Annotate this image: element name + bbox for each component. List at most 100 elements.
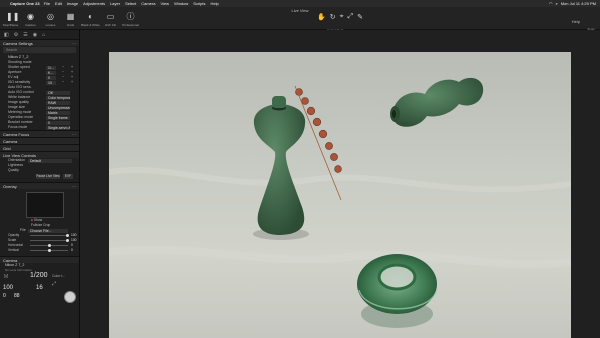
setting-select[interactable]: RAW bbox=[46, 100, 70, 105]
toolbar-tool-label: Stop/Pause bbox=[2, 23, 19, 27]
toolbar-tool[interactable]: ◐ Black & White bbox=[81, 12, 100, 27]
live-view-image[interactable] bbox=[109, 52, 571, 338]
more-icon[interactable]: ⋯ bbox=[72, 183, 76, 190]
toolbar-tool[interactable]: ❚❚ Stop/Pause bbox=[2, 12, 20, 27]
menu-select[interactable]: Select bbox=[125, 0, 136, 7]
vertical-slider-knob[interactable] bbox=[48, 248, 51, 252]
opacity-slider[interactable] bbox=[30, 235, 68, 236]
mode-readout: M bbox=[4, 274, 9, 280]
evf-button[interactable]: EVF bbox=[63, 174, 73, 179]
menu-view[interactable]: View bbox=[160, 0, 169, 7]
setting-label: Focus mode bbox=[8, 125, 28, 129]
vertical-value[interactable]: 0 bbox=[71, 248, 73, 253]
toolbar-tool[interactable]: ▦ Grids bbox=[62, 12, 79, 27]
help-button[interactable]: Help bbox=[572, 19, 580, 24]
menu-camera[interactable]: Camera bbox=[141, 0, 155, 7]
setting-value[interactable]: f/... bbox=[46, 70, 56, 75]
pause-live-view-button[interactable]: Pause Live View bbox=[36, 174, 60, 179]
menu-image[interactable]: Image bbox=[67, 0, 78, 7]
live-view-viewer[interactable] bbox=[80, 30, 600, 338]
panel-tab-icon[interactable]: ☰ bbox=[23, 32, 27, 38]
section-camera-bottom[interactable]: Camera bbox=[0, 256, 79, 263]
setting-label: Image size bbox=[8, 105, 25, 109]
choose-file-select[interactable]: Choose File... bbox=[28, 228, 68, 233]
cursor-tool-icon[interactable]: ✋ bbox=[317, 13, 326, 21]
iso-readout: 100 bbox=[3, 285, 14, 291]
section-camera-focus[interactable]: Camera Focus ⋯ bbox=[0, 130, 79, 137]
fullsize-crop-label: Fullsize Crop bbox=[31, 223, 51, 227]
black-white-icon: ◐ bbox=[88, 12, 93, 21]
section-camera[interactable]: Camera bbox=[0, 137, 79, 144]
menu-file[interactable]: File bbox=[44, 0, 50, 7]
toolbar-tool[interactable]: ▭ EVF full bbox=[102, 12, 119, 27]
cursor-tools: ✋ ↻ ⌖ ⤢ ✎ bbox=[317, 13, 363, 21]
toolbar-tool[interactable]: ◎ Lenses bbox=[42, 12, 59, 27]
app-toolbar: Live View ❚❚ Stop/Pause ◉ Capture ◎ Lenses ▦ Gr… bbox=[0, 7, 600, 32]
menu-clock[interactable]: Mon Jul 11 4:29 PM bbox=[561, 0, 596, 7]
checkbox-icon[interactable]: ■ bbox=[31, 218, 33, 222]
section-camera-settings[interactable]: Camera Settings ⋯ bbox=[0, 39, 79, 46]
camera-settings-title: Camera Settings bbox=[3, 41, 33, 46]
cursor-tool-icon[interactable]: ⌖ bbox=[340, 13, 344, 21]
menu-adjustments[interactable]: Adjustments bbox=[83, 0, 105, 7]
setting-value[interactable]: 10 bbox=[46, 80, 56, 85]
search-input[interactable]: Search bbox=[3, 47, 76, 53]
menu-edit[interactable]: Edit bbox=[55, 0, 62, 7]
ev-readout: 0 bbox=[3, 293, 6, 299]
orientation-select[interactable]: Default bbox=[28, 158, 72, 163]
setting-select[interactable]: Color temperat... bbox=[46, 95, 70, 100]
pause-icon: ❚❚ bbox=[6, 12, 20, 21]
panel-tab-icon[interactable]: ◧ bbox=[4, 32, 9, 38]
cursor-tool-icon[interactable]: ↻ bbox=[330, 13, 336, 21]
panel-tab-icon[interactable]: ⚙ bbox=[14, 32, 18, 38]
setting-select[interactable]: Single frame bbox=[46, 115, 70, 120]
setting-label: Auto ISO control bbox=[8, 90, 34, 94]
menu-help[interactable]: Help bbox=[211, 0, 219, 7]
scale-slider[interactable] bbox=[30, 240, 68, 241]
toolbar-tool[interactable]: ⓘ Professional bbox=[122, 12, 139, 27]
toolbar-tool-label: Grids bbox=[66, 23, 75, 27]
setting-select[interactable]: Off bbox=[46, 90, 70, 95]
horizontal-label: Horizontal bbox=[8, 243, 23, 247]
menu-window[interactable]: Window bbox=[174, 0, 188, 7]
overlay-sliders: Opacity 100 Scale 100 Horizontal 0 Vertical… bbox=[0, 233, 79, 253]
shots-readout: 88 bbox=[14, 293, 20, 299]
cursor-tool-icon[interactable]: ⤢ bbox=[348, 13, 354, 21]
menu-scripts[interactable]: Scripts bbox=[193, 0, 205, 7]
search-status-icon[interactable]: ⌕ bbox=[555, 0, 557, 7]
setting-label: Shooting mode bbox=[8, 60, 32, 64]
setting-label: White balance bbox=[8, 95, 31, 99]
camera-icon: ◉ bbox=[27, 12, 34, 21]
setting-select[interactable]: Matrix bbox=[46, 110, 70, 115]
section-live-view-controls[interactable]: Live View Controls bbox=[0, 151, 79, 158]
opacity-label: Opacity bbox=[8, 233, 20, 237]
opacity-slider-knob[interactable] bbox=[66, 233, 69, 237]
scale-label: Scale bbox=[8, 238, 17, 242]
expand-icon[interactable]: ⤢ bbox=[52, 281, 56, 287]
capture-shutter-button[interactable] bbox=[64, 291, 76, 303]
cursor-tool-icon[interactable]: ✎ bbox=[357, 13, 363, 21]
setting-value[interactable]: 1/... bbox=[46, 65, 56, 70]
setting-select[interactable]: 0 bbox=[46, 120, 70, 125]
horizontal-slider-knob[interactable] bbox=[48, 243, 51, 247]
aperture-readout: 16 bbox=[36, 285, 43, 291]
setting-select[interactable]: Uncompressed bbox=[46, 105, 70, 110]
setting-select[interactable]: Single-servo AF bbox=[46, 125, 70, 130]
panel-tab-icon[interactable]: ⌂ bbox=[42, 32, 45, 38]
section-overlay[interactable]: Overlay ⋯ bbox=[0, 182, 79, 189]
setting-value[interactable]: 0 bbox=[46, 75, 56, 80]
menu-app-name[interactable]: Capture One 23 bbox=[10, 0, 40, 7]
section-grid[interactable]: Grid bbox=[0, 144, 79, 151]
wifi-icon[interactable]: ◠ bbox=[549, 0, 553, 7]
setting-label: Shutter speed bbox=[8, 65, 30, 69]
panel-tab-icon[interactable]: ◉ bbox=[33, 32, 37, 38]
more-icon[interactable]: ⋯ bbox=[72, 40, 76, 47]
toolbar-tool[interactable]: ◉ Capture bbox=[22, 12, 39, 27]
setting-label: Metering mode bbox=[8, 110, 32, 114]
setting-label: EV adj bbox=[8, 75, 19, 79]
grid-icon: ▦ bbox=[66, 12, 75, 21]
vertical-slider-row: Vertical 0 bbox=[0, 248, 79, 253]
scale-slider-knob[interactable] bbox=[66, 238, 69, 242]
menu-layer[interactable]: Layer bbox=[110, 0, 120, 7]
overlay-preview[interactable] bbox=[26, 192, 64, 218]
